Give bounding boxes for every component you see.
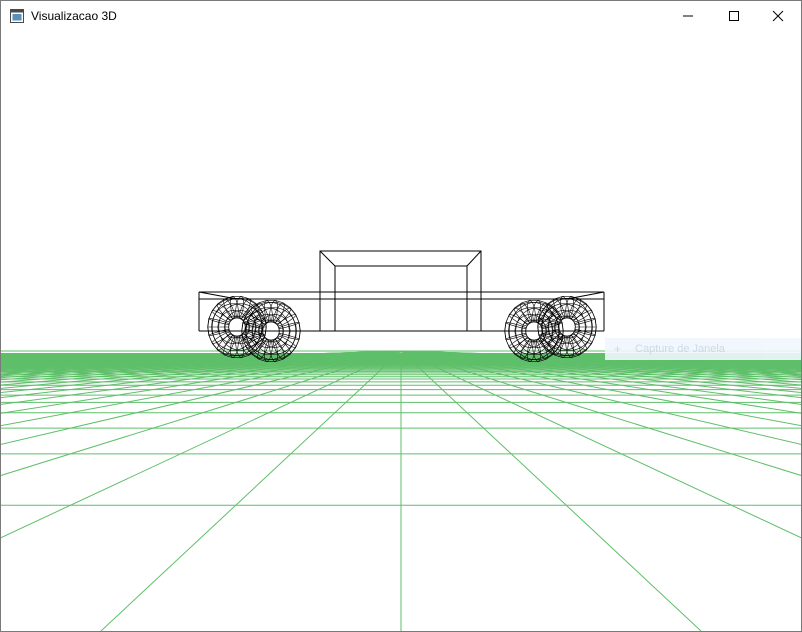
grid-line-depth [1,350,402,377]
app-icon [10,9,24,23]
grid-line-depth [400,350,801,365]
capture-window-toast[interactable]: + Capture de Janela [605,338,801,360]
grid-line-depth [1,350,402,364]
grid-line-depth [1,350,402,372]
grid-line-depth [400,350,801,375]
grid-line-depth [400,350,801,445]
car-cabin [319,250,482,332]
grid-line-depth [1,350,402,389]
wireframe-car [198,250,605,362]
grid-line-depth [1,350,402,374]
grid-line-depth [400,350,801,414]
grid-line-depth [1,350,402,373]
grid-line-depth [400,350,801,377]
grid-line-depth [400,350,801,389]
grid-line-depth [1,350,402,427]
grid-line-depth [400,350,801,371]
capture-label: Capture de Janela [635,343,725,355]
grid-line-depth [400,350,801,366]
grid-line-depth [400,350,801,367]
grid-line-depth [400,350,801,379]
grid-line-depth [1,350,402,445]
grid-line-depth [1,350,402,370]
title-bar[interactable]: Visualizacao 3D [1,1,801,31]
window-title: Visualizacao 3D [31,9,117,23]
grid-line-depth [400,350,801,476]
grid-line-depth [400,350,801,399]
wheel-ring [228,317,246,337]
grid-line-depth [1,350,402,365]
grid-line-depth [1,350,402,386]
grid-line-depth [400,350,801,539]
grid-line-depth [1,350,402,375]
grid-line-depth [1,350,402,365]
plus-icon: + [614,342,622,356]
grid-line-depth [1,350,402,366]
grid-line-depth [1,350,402,369]
grid-line-depth [400,350,801,427]
maximize-icon [729,11,739,21]
grid-line-depth [1,350,402,414]
minimize-icon [683,15,693,17]
maximize-button[interactable] [711,1,757,31]
grid-line-depth [1,350,402,476]
grid-line-depth [1,350,402,371]
wheel-ring [558,317,576,337]
grid-line-depth [400,350,801,374]
grid-line-depth [400,350,801,383]
grid-line-depth [400,350,801,366]
ground-grid [1,350,801,631]
grid-line-depth [400,350,801,364]
grid-line-depth [1,350,402,367]
grid-line-depth [1,350,402,405]
grid-line-depth [1,350,402,368]
grid-line-depth [1,350,402,366]
grid-line-depth [400,350,801,381]
grid-line-depth [400,350,801,372]
grid-line-depth [400,350,801,373]
grid-line-depth [1,350,402,379]
grid-line-depth [1,350,402,383]
grid-line-depth [1,350,402,393]
grid-line-depth [400,350,801,370]
scene-canvas [1,250,801,631]
close-icon [772,10,784,22]
grid-line-depth [1,350,402,399]
close-button[interactable] [755,1,801,31]
grid-line-depth [400,350,801,368]
grid-line-depth [1,350,402,539]
grid-line-depth [400,350,801,393]
wheel [537,296,597,358]
grid-line-depth [400,350,801,386]
grid-line-depth [400,350,801,365]
minimize-button[interactable] [665,1,711,31]
grid-line-depth [1,350,402,368]
grid-line-depth [400,350,702,631]
render-viewport[interactable]: + Capture de Janela [1,31,801,631]
grid-line-depth [1,350,402,381]
grid-line-depth [400,350,801,368]
grid-line-depth [100,350,402,631]
app-window: Visualizacao 3D + Capture de Janela [0,0,802,632]
grid-line-depth [400,350,801,405]
grid-line-depth [400,350,801,369]
